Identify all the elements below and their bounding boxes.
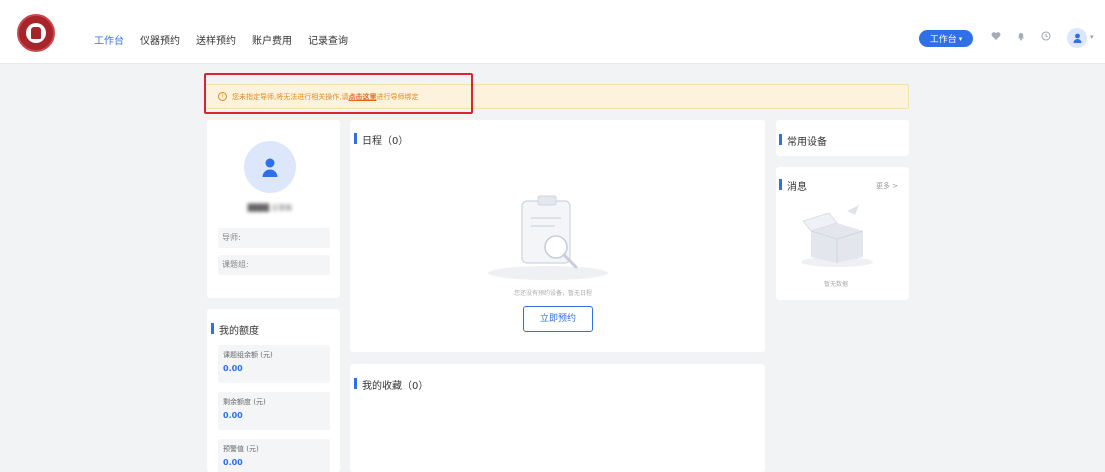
user-avatar-button[interactable] — [1067, 28, 1087, 48]
schedule-empty-text: 您还没有预约设备，暂无日程 — [513, 290, 592, 297]
empty-box-illustration — [801, 205, 873, 267]
profile-username: ████ 主管账 — [247, 204, 293, 212]
caret-down-icon: ▾ — [958, 34, 963, 43]
nav-item-instrument-booking[interactable]: 仪器预约 — [140, 32, 180, 47]
heart-icon[interactable] — [989, 31, 1003, 45]
annotation-highlight-box — [204, 73, 473, 114]
quota-item-label: 剩余额度 (元) — [223, 398, 266, 406]
workbench-dropdown-button[interactable]: 工作台 ▾ — [919, 30, 973, 47]
nav-item-account-fees[interactable]: 账户费用 — [252, 32, 292, 47]
messages-empty-text: 暂无数据 — [823, 281, 848, 288]
quota-item-label: 预警值 (元) — [223, 445, 259, 453]
quota-item-value: 0.00 — [223, 364, 243, 373]
clock-icon[interactable] — [1039, 31, 1053, 45]
advisor-field: 导师: — [218, 228, 330, 248]
nav-item-record-query[interactable]: 记录查询 — [308, 32, 348, 47]
quota-item: 预警值 (元) 0.00 — [218, 439, 330, 472]
bell-icon[interactable] — [1014, 31, 1028, 45]
quota-item-value: 0.00 — [223, 458, 243, 467]
chevron-down-icon[interactable]: ▾ — [1090, 33, 1094, 41]
schedule-card-title: 日程（0） — [353, 132, 408, 147]
empty-schedule-illustration — [488, 195, 608, 280]
common-devices-title: 常用设备 — [779, 133, 827, 148]
quota-item: 课题组余额 (元) 0.00 — [218, 345, 330, 383]
favorites-card-title: 我的收藏（0） — [353, 377, 428, 392]
university-logo[interactable] — [17, 14, 55, 52]
quota-item: 剩余额度 (元) 0.00 — [218, 392, 330, 430]
quota-card-title: 我的额度 — [211, 322, 259, 337]
research-group-field: 课题组: — [218, 255, 330, 275]
messages-title: 消息 — [779, 178, 807, 193]
top-bar: 工作台 仪器预约 送样预约 账户费用 记录查询 工作台 ▾ ▾ — [0, 0, 1105, 64]
book-now-button[interactable]: 立即预约 — [523, 306, 593, 332]
workbench-button-label: 工作台 — [929, 35, 957, 45]
main-nav: 工作台 仪器预约 送样预约 账户费用 记录查询 — [94, 32, 364, 47]
nav-item-workbench[interactable]: 工作台 — [94, 32, 124, 47]
quota-item-label: 课题组余额 (元) — [223, 351, 273, 359]
logo-emblem-icon — [31, 27, 41, 39]
profile-avatar[interactable] — [244, 141, 296, 193]
messages-more-link[interactable]: 更多 > — [876, 181, 898, 191]
nav-item-sample-booking[interactable]: 送样预约 — [196, 32, 236, 47]
quota-item-value: 0.00 — [223, 411, 243, 420]
